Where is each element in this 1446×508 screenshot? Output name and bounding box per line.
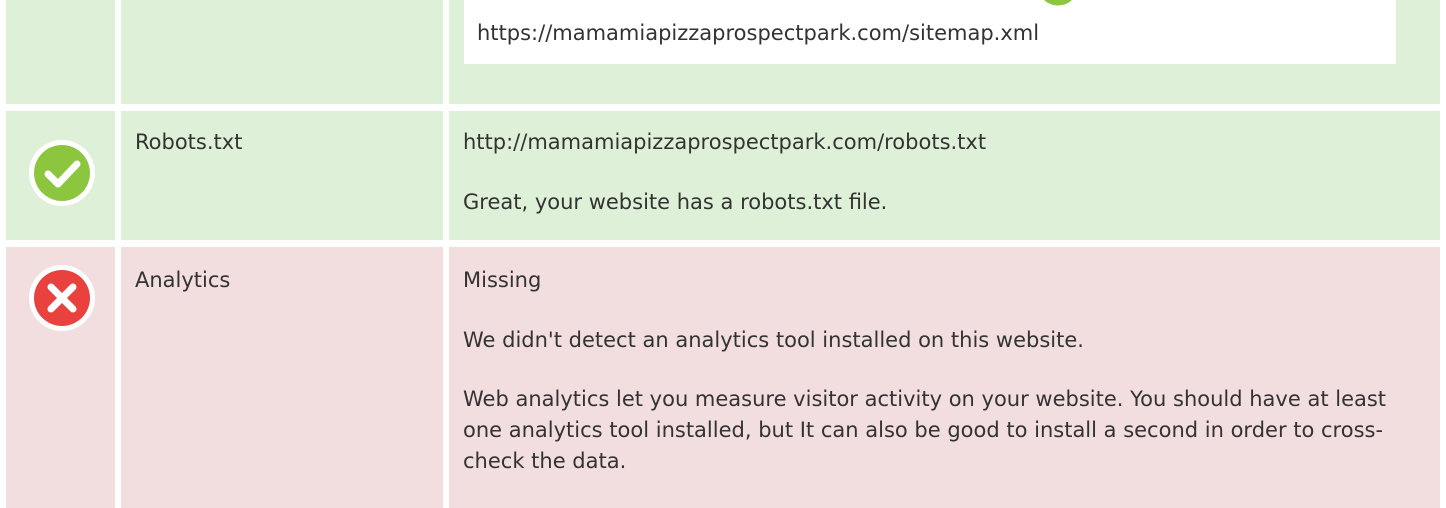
robots-label: Robots.txt (135, 130, 243, 154)
check-circle-icon (1039, 0, 1077, 9)
x-circle-icon (29, 265, 95, 331)
seo-report-table: https://mamamiapizzaprospectpark.com/sit… (0, 0, 1446, 508)
analytics-status-value: Missing (463, 268, 542, 292)
check-circle-icon (29, 140, 95, 206)
robots-message: Great, your website has a robots.txt fil… (463, 190, 888, 214)
analytics-status-cell (6, 247, 115, 508)
sitemap-url-box: https://mamamiapizzaprospectpark.com/sit… (464, 0, 1396, 64)
robots-row: Robots.txt http://mamamiapizzaprospectpa… (0, 111, 1446, 240)
analytics-label-cell: Analytics (121, 247, 443, 508)
analytics-detail-cell: Missing We didn't detect an analytics to… (449, 247, 1440, 508)
sitemap-label-cell (121, 0, 443, 104)
robots-status-cell (6, 111, 115, 240)
analytics-row: Analytics Missing We didn't detect an an… (0, 247, 1446, 508)
analytics-message: We didn't detect an analytics tool insta… (463, 328, 1084, 352)
sitemap-url[interactable]: https://mamamiapizzaprospectpark.com/sit… (477, 21, 1039, 45)
sitemap-detail-cell: https://mamamiapizzaprospectpark.com/sit… (449, 0, 1440, 104)
sitemap-row: https://mamamiapizzaprospectpark.com/sit… (0, 0, 1446, 104)
robots-detail-cell: http://mamamiapizzaprospectpark.com/robo… (449, 111, 1440, 240)
sitemap-status-cell (6, 0, 115, 104)
analytics-advice: Web analytics let you measure visitor ac… (463, 387, 1387, 473)
analytics-label: Analytics (135, 268, 231, 292)
robots-url[interactable]: http://mamamiapizzaprospectpark.com/robo… (463, 127, 986, 158)
robots-label-cell: Robots.txt (121, 111, 443, 240)
